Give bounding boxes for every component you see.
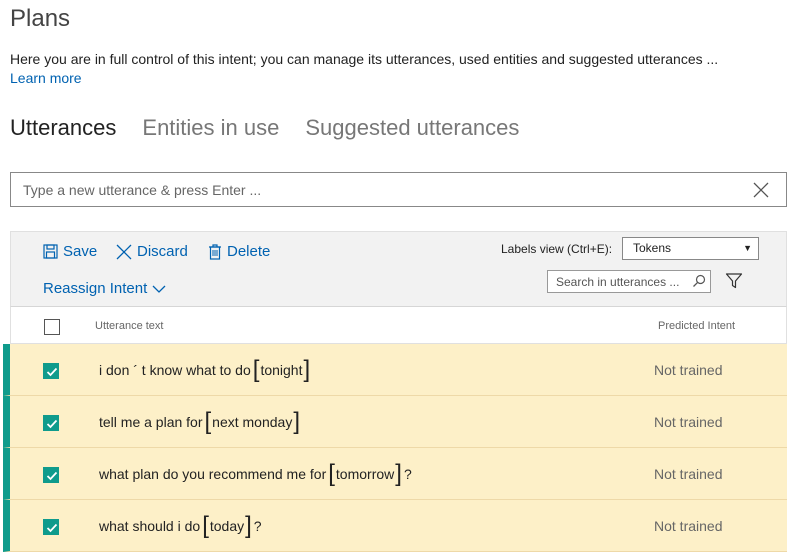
utterance-words: i don ´ t know what to do	[99, 362, 251, 378]
row-checkbox[interactable]	[43, 415, 59, 431]
table-header: Utterance text Predicted Intent	[10, 306, 787, 344]
search-utterances-input[interactable]	[556, 271, 686, 292]
utterance-text: what plan do you recommend me for [tomor…	[99, 448, 412, 500]
utterance-text: i don ´ t know what to do [tonight]	[99, 344, 312, 396]
predicted-intent: Not trained	[654, 362, 723, 378]
filter-icon[interactable]	[725, 272, 743, 295]
predicted-intent: Not trained	[654, 518, 723, 534]
discard-icon	[116, 244, 132, 260]
select-all-checkbox[interactable]	[44, 319, 60, 335]
utterance-words: what plan do you recommend me for	[99, 466, 327, 482]
column-header-predicted-intent: Predicted Intent	[658, 320, 736, 332]
row-checkbox[interactable]	[43, 467, 59, 483]
utterance-words-after: ?	[403, 466, 412, 482]
page-title: Plans	[10, 5, 71, 32]
row-checkbox[interactable]	[43, 363, 59, 379]
save-button[interactable]: Save	[43, 243, 97, 260]
checkmark-icon	[46, 367, 58, 377]
utterance-text: what should i do [today] ?	[99, 500, 262, 552]
delete-label: Delete	[227, 243, 271, 260]
entity-label[interactable]: [tomorrow]	[328, 462, 402, 486]
table-row[interactable]: what plan do you recommend me for [tomor…	[3, 448, 787, 500]
caret-down-icon: ▼	[743, 243, 752, 253]
utterance-list: i don ´ t know what to do [tonight] Not …	[3, 344, 787, 552]
tab-entities-in-use[interactable]: Entities in use	[142, 115, 279, 141]
utterance-words-after: ?	[253, 518, 262, 534]
close-icon[interactable]	[752, 181, 770, 199]
utterance-words: what should i do	[99, 518, 201, 534]
discard-button[interactable]: Discard	[116, 243, 188, 260]
tab-utterances[interactable]: Utterances	[10, 115, 116, 141]
learn-more-link[interactable]: Learn more	[10, 70, 82, 86]
table-row[interactable]: what should i do [today] ? Not trained	[3, 500, 787, 552]
utterance-text: tell me a plan for [next monday]	[99, 396, 302, 448]
save-icon	[43, 244, 58, 259]
discard-label: Discard	[137, 243, 188, 260]
table-row[interactable]: i don ´ t know what to do [tonight] Not …	[3, 344, 787, 396]
entity-text: tomorrow	[335, 466, 395, 482]
checkmark-icon	[46, 523, 58, 533]
tab-bar: Utterances Entities in use Suggested utt…	[10, 115, 519, 141]
reassign-intent-button[interactable]: Reassign Intent	[43, 280, 166, 297]
utterances-toolbar: Save Discard Delete Reassign Intent Labe…	[10, 231, 787, 306]
reassign-intent-label: Reassign Intent	[43, 280, 148, 297]
delete-button[interactable]: Delete	[208, 243, 270, 260]
chevron-down-icon	[152, 284, 166, 294]
search-utterances-box	[547, 270, 711, 293]
tab-suggested-utterances[interactable]: Suggested utterances	[305, 115, 519, 141]
utterance-words: tell me a plan for	[99, 414, 203, 430]
table-row[interactable]: tell me a plan for [next monday] Not tra…	[3, 396, 787, 448]
labels-view-select[interactable]: Tokens ▼	[622, 237, 759, 260]
save-label: Save	[63, 243, 98, 260]
checkmark-icon	[46, 419, 58, 429]
predicted-intent: Not trained	[654, 466, 723, 482]
labels-view-value: Tokens	[633, 241, 672, 255]
entity-text: tonight	[260, 362, 303, 378]
column-header-utterance-text: Utterance text	[95, 320, 164, 332]
entity-text: next monday	[212, 414, 293, 430]
entity-text: today	[209, 518, 245, 534]
checkmark-icon	[46, 471, 58, 481]
labels-view-label: Labels view (Ctrl+E):	[501, 242, 613, 256]
row-checkbox[interactable]	[43, 519, 59, 535]
delete-icon	[208, 243, 222, 260]
entity-label[interactable]: [next monday]	[205, 410, 301, 434]
new-utterance-input[interactable]	[23, 173, 713, 206]
entity-label[interactable]: [tonight]	[253, 358, 310, 382]
new-utterance-box	[10, 172, 787, 207]
search-icon[interactable]	[692, 274, 706, 293]
predicted-intent: Not trained	[654, 414, 723, 430]
intent-description: Here you are in full control of this int…	[10, 51, 719, 67]
entity-label[interactable]: [today]	[202, 514, 252, 538]
